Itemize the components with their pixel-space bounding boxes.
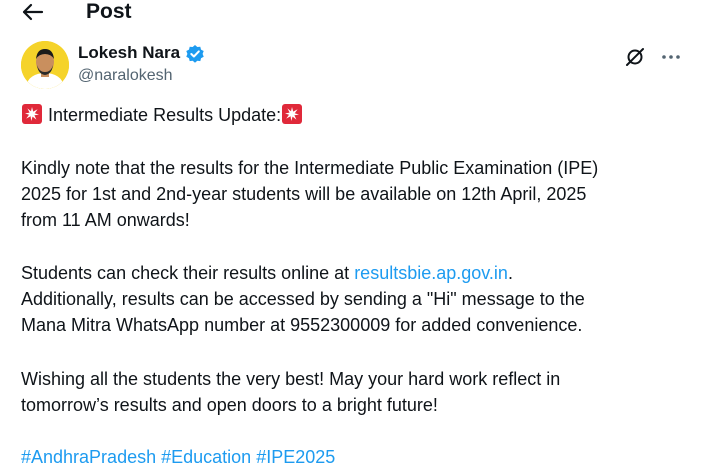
arrow-left-icon: [22, 3, 44, 21]
post-text-span: .: [507, 263, 513, 283]
author-handle[interactable]: @naralokesh: [78, 66, 173, 86]
post-paragraph: Students can check their results online …: [21, 260, 701, 338]
post-text-line: tomorrow’s results and open doors to a b…: [21, 395, 438, 415]
post-text-line: Kindly note that the results for the Int…: [21, 158, 599, 178]
author-name[interactable]: Lokesh Nara: [78, 42, 180, 64]
siren-icon: [281, 103, 303, 125]
post-text-span: Students can check their results online …: [21, 263, 355, 283]
avatar-image: [21, 41, 69, 89]
post-header: Post: [0, 0, 710, 28]
post-text-line: from 11 AM onwards!: [21, 210, 190, 230]
results-link[interactable]: resultsbie.ap.gov.in: [354, 263, 508, 283]
post-title-text: Intermediate Results Update:: [48, 105, 282, 125]
page-title: Post: [86, 0, 132, 23]
post-paragraph: Kindly note that the results for the Int…: [21, 155, 701, 233]
hashtag-link[interactable]: #IPE2025: [256, 447, 335, 467]
verified-badge-icon: [185, 44, 205, 64]
hashtag-link[interactable]: #AndhraPradesh: [21, 447, 156, 467]
post-text-line: 2025 for 1st and 2nd-year students will …: [21, 184, 587, 204]
post-paragraph: Wishing all the students the very best! …: [21, 366, 701, 418]
back-button[interactable]: [20, 0, 46, 24]
more-options-icon[interactable]: [660, 46, 682, 68]
avatar[interactable]: [21, 41, 69, 89]
post-text-line: Students can check their results online …: [21, 260, 701, 286]
post-text-line: Mana Mitra WhatsApp number at 9552300009…: [21, 315, 583, 335]
post-text-line: Wishing all the students the very best! …: [21, 369, 561, 389]
siren-icon: [21, 103, 43, 125]
post-title-line: Intermediate Results Update:: [21, 102, 701, 128]
hashtag-row: #AndhraPradesh #Education #IPE2025: [21, 444, 701, 470]
grok-icon[interactable]: [624, 46, 646, 68]
post-text-line: Additionally, results can be accessed by…: [21, 289, 585, 309]
hashtag-link[interactable]: #Education: [161, 447, 251, 467]
